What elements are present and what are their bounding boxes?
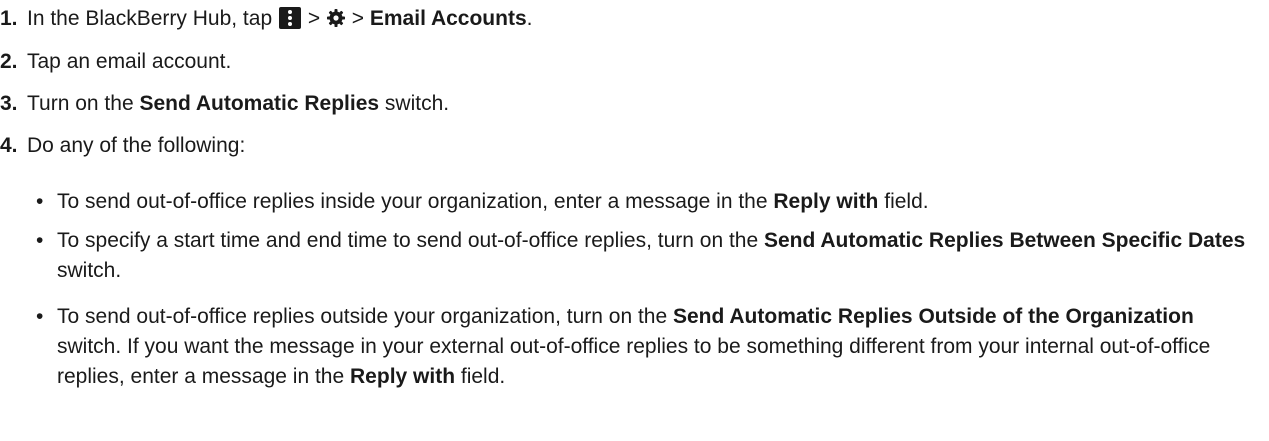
list-item-text: To send out-of-office replies outside yo… [57,302,1246,392]
text: To specify a start time and end time to … [57,229,759,252]
separator: > [351,7,365,30]
step-text-end: switch. [384,92,450,115]
list-item: • To send out-of-office replies inside y… [36,187,1246,217]
bullet: • [36,229,44,252]
text: field. [884,190,929,213]
reply-with-label: Reply with [773,190,879,213]
step-text-end: . [526,7,533,30]
step-number: 4. [0,134,18,157]
text: switch. [57,259,122,282]
send-automatic-replies-outside-label: Send Automatic Replies Outside of the Or… [673,305,1194,328]
step-1: 1. In the BlackBerry Hub, tap > > Email A… [0,4,532,34]
step-2: 2. Tap an email account. [0,47,231,77]
more-menu-icon [278,7,301,29]
step-text: Tap an email account. [27,50,232,73]
text: To send out-of-office replies inside you… [57,190,768,213]
list-item-text: To send out-of-office replies inside you… [57,187,1246,217]
step-3: 3. Turn on the Send Automatic Replies swi… [0,89,449,119]
send-automatic-replies-label: Send Automatic Replies [139,92,380,115]
step-4: 4. Do any of the following: [0,131,245,161]
separator: > [307,7,321,30]
email-accounts-label: Email Accounts [369,7,527,30]
reply-with-label: Reply with [350,365,456,388]
step-number: 2. [0,50,18,73]
text: To send out-of-office replies outside yo… [57,305,668,328]
step-number: 1. [0,7,18,30]
text: switch. If you want the message in your … [57,335,1211,388]
send-automatic-replies-between-dates-label: Send Automatic Replies Between Specific … [764,229,1246,252]
bullet: • [36,190,44,213]
list-item-text: To specify a start time and end time to … [57,226,1246,286]
instructions-page: 1. In the BlackBerry Hub, tap > > Email A… [0,0,1269,441]
text: field. [460,365,506,388]
step-text: Do any of the following: [27,134,246,157]
step-text: Turn on the [27,92,134,115]
gear-icon [326,9,345,27]
bullet: • [36,305,44,328]
list-item: • To specify a start time and end time t… [36,226,1246,286]
list-item: • To send out-of-office replies outside … [36,302,1246,392]
step-number: 3. [0,92,18,115]
step-text: In the BlackBerry Hub, tap [27,7,273,30]
